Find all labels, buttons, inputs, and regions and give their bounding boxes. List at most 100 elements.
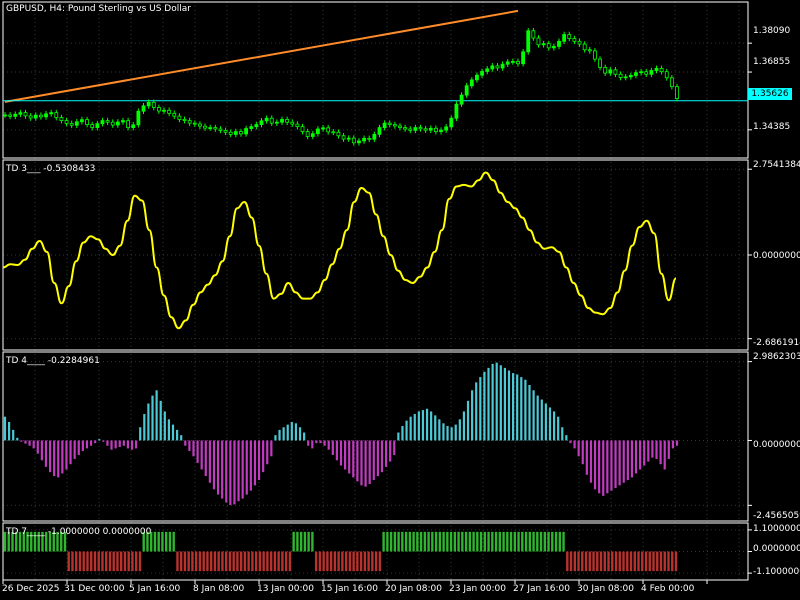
candle-body bbox=[362, 137, 366, 142]
candle-body bbox=[577, 40, 582, 45]
td7-tick-2: -1.1000000 bbox=[753, 567, 800, 577]
candle-body bbox=[49, 112, 54, 115]
candle-body bbox=[392, 124, 397, 127]
candle-body bbox=[428, 127, 433, 131]
candle-body bbox=[541, 43, 546, 46]
candle-body bbox=[351, 137, 356, 144]
candle-body bbox=[310, 133, 315, 137]
candle-body bbox=[23, 112, 28, 117]
candle-body bbox=[80, 119, 84, 123]
candle-body bbox=[459, 94, 464, 105]
x-label-7: 23 Jan 00:00 bbox=[449, 584, 506, 594]
candle-body bbox=[182, 119, 187, 121]
symbol-title: GBPUSD, H4: Pound Sterling vs US Dollar bbox=[6, 4, 191, 14]
candle-body bbox=[95, 123, 100, 128]
candle-body bbox=[285, 119, 290, 123]
candle-body bbox=[572, 38, 577, 42]
candle-body bbox=[121, 120, 125, 123]
x-label-3: 8 Jan 08:00 bbox=[193, 584, 245, 594]
candle-body bbox=[608, 69, 613, 74]
candle-body bbox=[13, 113, 18, 117]
candle-body bbox=[228, 131, 233, 135]
candle-body bbox=[151, 101, 156, 108]
candle-body bbox=[510, 61, 515, 63]
candle-body bbox=[28, 115, 33, 119]
candle-body bbox=[516, 61, 520, 65]
candle-body bbox=[464, 85, 469, 96]
candle-body bbox=[639, 71, 643, 74]
candle-body bbox=[618, 73, 623, 78]
candle-body bbox=[223, 130, 228, 133]
candle-body bbox=[469, 79, 474, 87]
candle-body bbox=[105, 120, 110, 123]
candle-body bbox=[316, 128, 320, 135]
x-label-9: 30 Jan 08:00 bbox=[577, 584, 634, 594]
price-tick-0: 1.38090 bbox=[753, 26, 791, 36]
candle-body bbox=[521, 51, 526, 65]
candle-body bbox=[562, 34, 567, 42]
chart-canvas[interactable] bbox=[0, 0, 800, 600]
td3-line bbox=[2, 171, 677, 330]
candle-body bbox=[115, 121, 120, 126]
candle-body bbox=[100, 120, 105, 125]
candle-body bbox=[444, 126, 449, 131]
candle-body bbox=[8, 114, 13, 117]
candle-body bbox=[274, 121, 279, 124]
candle-body bbox=[44, 113, 48, 118]
candle-body bbox=[156, 107, 161, 112]
candle-body bbox=[587, 49, 592, 52]
candle-body bbox=[500, 63, 505, 69]
candle-body bbox=[126, 120, 131, 128]
candle-body bbox=[192, 122, 197, 125]
candle-body bbox=[480, 71, 484, 76]
price-tick-1: 1.36855 bbox=[753, 57, 791, 67]
candle-body bbox=[233, 131, 238, 135]
candle-body bbox=[454, 103, 459, 119]
candle-body bbox=[634, 72, 638, 76]
candle-body bbox=[377, 127, 382, 135]
candle-body bbox=[33, 114, 38, 119]
candle-body bbox=[531, 30, 536, 39]
candle-body bbox=[177, 115, 182, 120]
candle-body bbox=[603, 67, 608, 74]
candle-body bbox=[346, 137, 351, 140]
candle-body bbox=[198, 123, 202, 127]
candle-body bbox=[490, 65, 495, 70]
candle-body bbox=[495, 65, 500, 69]
candle-body bbox=[654, 68, 659, 71]
candle-body bbox=[649, 70, 654, 75]
candle-body bbox=[357, 140, 361, 144]
candle-body bbox=[398, 125, 402, 128]
candle-body bbox=[505, 61, 510, 65]
candle-body bbox=[387, 122, 392, 125]
candle-body bbox=[300, 126, 305, 132]
x-label-8: 27 Jan 16:00 bbox=[513, 584, 570, 594]
candle-body bbox=[593, 50, 597, 60]
candle-body bbox=[3, 114, 7, 117]
candle-body bbox=[449, 117, 454, 128]
candle-body bbox=[475, 74, 479, 81]
candle-body bbox=[136, 110, 141, 126]
x-label-6: 20 Jan 08:00 bbox=[385, 584, 442, 594]
candle-body bbox=[613, 69, 618, 75]
candle-body bbox=[557, 40, 561, 47]
candle-body bbox=[64, 120, 69, 124]
candle-body bbox=[628, 75, 633, 78]
candle-body bbox=[485, 68, 490, 72]
candle-body bbox=[546, 43, 551, 49]
x-label-4: 13 Jan 00:00 bbox=[257, 584, 314, 594]
candle-body bbox=[172, 112, 177, 117]
x-label-1: 31 Dec 00:00 bbox=[64, 584, 125, 594]
td3-title: TD 3___ -0.5308433 bbox=[6, 164, 96, 174]
price-tick-2: 1.34385 bbox=[753, 122, 791, 132]
candle-body bbox=[295, 123, 300, 128]
candle-body bbox=[213, 127, 218, 130]
x-label-10: 4 Feb 00:00 bbox=[641, 584, 695, 594]
candle-body bbox=[239, 131, 243, 135]
candle-body bbox=[141, 105, 146, 112]
candle-body bbox=[218, 128, 223, 131]
candle-body bbox=[54, 112, 59, 118]
candle-body bbox=[326, 127, 331, 133]
candle-body bbox=[439, 129, 443, 132]
candle-body bbox=[187, 120, 192, 124]
